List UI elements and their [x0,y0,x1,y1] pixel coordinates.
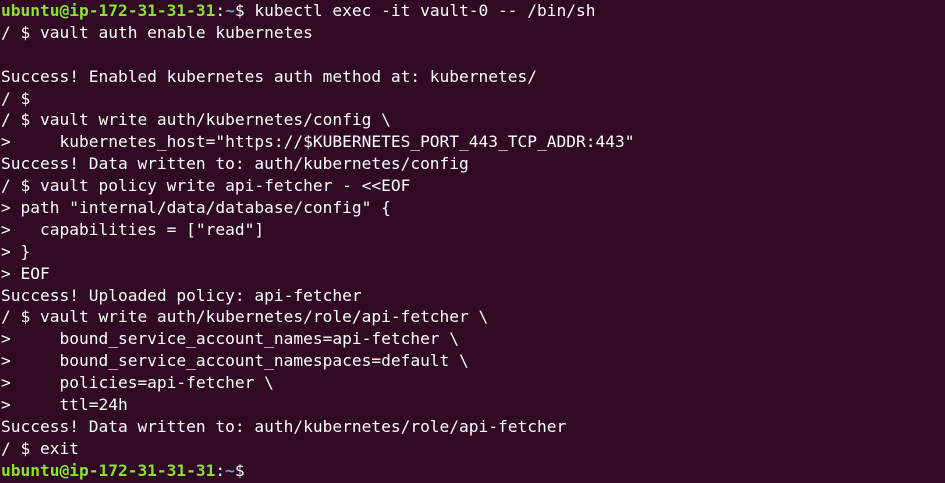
terminal-line: Success! Enabled kubernetes auth method … [1,66,538,86]
prompt-user-host: ubuntu@ip-172-31-31-31 [1,1,216,20]
prompt-dollar: $ [234,1,255,20]
terminal-line: > kubernetes_host="https://$KUBERNETES_P… [1,132,635,152]
terminal-line-prompt[interactable]: ubuntu@ip-172-31-31-31:~$ [1,460,945,482]
prompt-path: ~ [225,460,235,480]
terminal-line: / $ [1,88,31,108]
terminal-line: / $ exit [1,438,79,458]
terminal-line: Success! Data written to: auth/kubernete… [1,416,567,436]
terminal-line: Success! Uploaded policy: api-fetcher [1,285,362,305]
prompt-dollar: $ [234,460,255,480]
command-text: kubectl exec -it vault-0 -- /bin/sh [254,1,596,20]
terminal-line: > ttl=24h [1,395,128,415]
terminal-line-prompt: ubuntu@ip-172-31-31-31:~$ kubectl exec -… [1,0,945,22]
terminal-cursor [254,461,262,479]
terminal-line: / $ vault write auth/kubernetes/config \ [1,110,391,130]
terminal-line: > policies=api-fetcher \ [1,373,274,393]
terminal-line: / $ vault write auth/kubernetes/role/api… [1,307,489,327]
terminal-line: > capabilities = ["read"] [1,219,265,239]
prompt-separator: : [215,1,226,20]
prompt-path: ~ [225,1,235,20]
terminal-line: > } [1,241,31,261]
terminal-line: > EOF [1,263,50,283]
prompt-user-host: ubuntu@ip-172-31-31-31 [1,460,216,480]
terminal-line: > bound_service_account_namespaces=defau… [1,351,469,371]
terminal-line: / $ vault auth enable kubernetes [1,22,313,42]
prompt-separator: : [215,460,226,480]
terminal-window[interactable]: ubuntu@ip-172-31-31-31:~$ kubectl exec -… [0,0,945,483]
terminal-line: > path "internal/data/database/config" { [1,198,391,218]
terminal-line: Success! Data written to: auth/kubernete… [1,154,469,174]
terminal-line: / $ vault policy write api-fetcher - <<E… [1,176,411,196]
terminal-line: > bound_service_account_names=api-fetche… [1,329,460,349]
